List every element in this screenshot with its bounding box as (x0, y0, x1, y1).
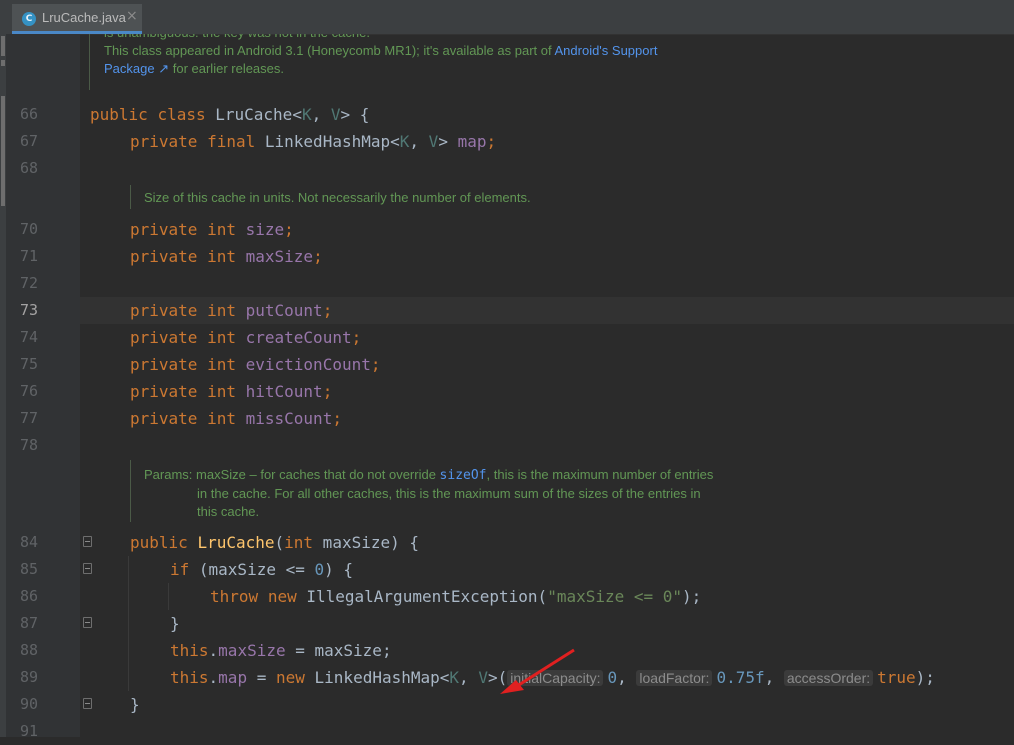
code-line-67: private final LinkedHashMap<K, V> map; (130, 132, 497, 151)
android-support-link[interactable]: Android's Support (555, 43, 658, 58)
doc-line: Package ↗ for earlier releases. (104, 61, 285, 76)
line-number: 66 (20, 105, 39, 123)
red-arrow-annotation (500, 648, 575, 694)
line-number: 78 (20, 436, 39, 454)
line-number: 75 (20, 355, 39, 373)
param-hint-load-factor: loadFactor: (636, 670, 713, 686)
code-line-75: private int evictionCount; (130, 355, 381, 374)
doc-line: this cache. (197, 504, 260, 519)
code-line-84: public LruCache(int maxSize) { (130, 533, 420, 552)
line-number: 89 (20, 668, 39, 686)
package-link[interactable]: Package (104, 61, 155, 76)
tool-window-marker[interactable] (1, 36, 5, 56)
code-line-86: throw new IllegalArgumentException("maxS… (210, 587, 702, 606)
param-hint-access-order: accessOrder: (783, 670, 874, 686)
line-number-gutter: 66 67 68 70 71 72 73 74 75 76 77 78 84 8… (6, 34, 92, 740)
code-line-85: if (maxSize <= 0) { (170, 560, 354, 579)
line-number: 77 (20, 409, 39, 427)
line-number: 67 (20, 132, 39, 150)
tool-window-marker[interactable] (1, 60, 5, 66)
code-line-76: private int hitCount; (130, 382, 333, 401)
doc-comment-params: Params: maxSize – for caches that do not… (144, 466, 784, 521)
editor-tab-bar: C LruCache.java × (6, 0, 1014, 35)
code-line-87: } (170, 614, 180, 633)
tool-window-marker[interactable] (1, 96, 5, 206)
doc-comment-bar (89, 34, 90, 90)
line-number: 70 (20, 220, 39, 238)
line-number: 72 (20, 274, 39, 292)
line-number-current: 73 (20, 301, 39, 319)
code-line-74: private int createCount; (130, 328, 362, 347)
line-number: 87 (20, 614, 39, 632)
code-editor[interactable]: is unambiguous: the key was not in the c… (80, 34, 1014, 737)
doc-line: in the cache. For all other caches, this… (197, 486, 701, 501)
code-line-71: private int maxSize; (130, 247, 323, 266)
doc-line: This class appeared in Android 3.1 (Hone… (104, 43, 658, 58)
line-number: 84 (20, 533, 39, 551)
close-icon[interactable]: × (126, 8, 138, 24)
doc-comment-bar (130, 185, 131, 209)
doc-comment-bar (130, 460, 131, 522)
code-line-66: public class LruCache<K, V> { (90, 105, 370, 124)
java-class-icon: C (22, 12, 36, 26)
line-number: 68 (20, 159, 39, 177)
line-number: 88 (20, 641, 39, 659)
sizeof-link[interactable]: sizeOf (440, 468, 487, 483)
code-line-73-current: private int putCount; (80, 297, 1014, 324)
line-number: 76 (20, 382, 39, 400)
doc-comment-class: is unambiguous: the key was not in the c… (104, 34, 804, 78)
doc-comment-size: Size of this cache in units. Not necessa… (144, 190, 531, 205)
line-number: 91 (20, 722, 39, 740)
line-number: 71 (20, 247, 39, 265)
code-line-70: private int size; (130, 220, 294, 239)
line-number: 74 (20, 328, 39, 346)
doc-line: Params: maxSize – for caches that do not… (144, 467, 714, 483)
tab-title: LruCache.java (42, 10, 126, 25)
line-number: 85 (20, 560, 39, 578)
tab-lrucache-java[interactable]: C LruCache.java × (12, 4, 142, 34)
doc-line: is unambiguous: the key was not in the c… (104, 34, 804, 42)
external-link-icon: ↗ (158, 61, 170, 76)
line-number: 86 (20, 587, 39, 605)
line-number: 90 (20, 695, 39, 713)
code-line-77: private int missCount; (130, 409, 342, 428)
